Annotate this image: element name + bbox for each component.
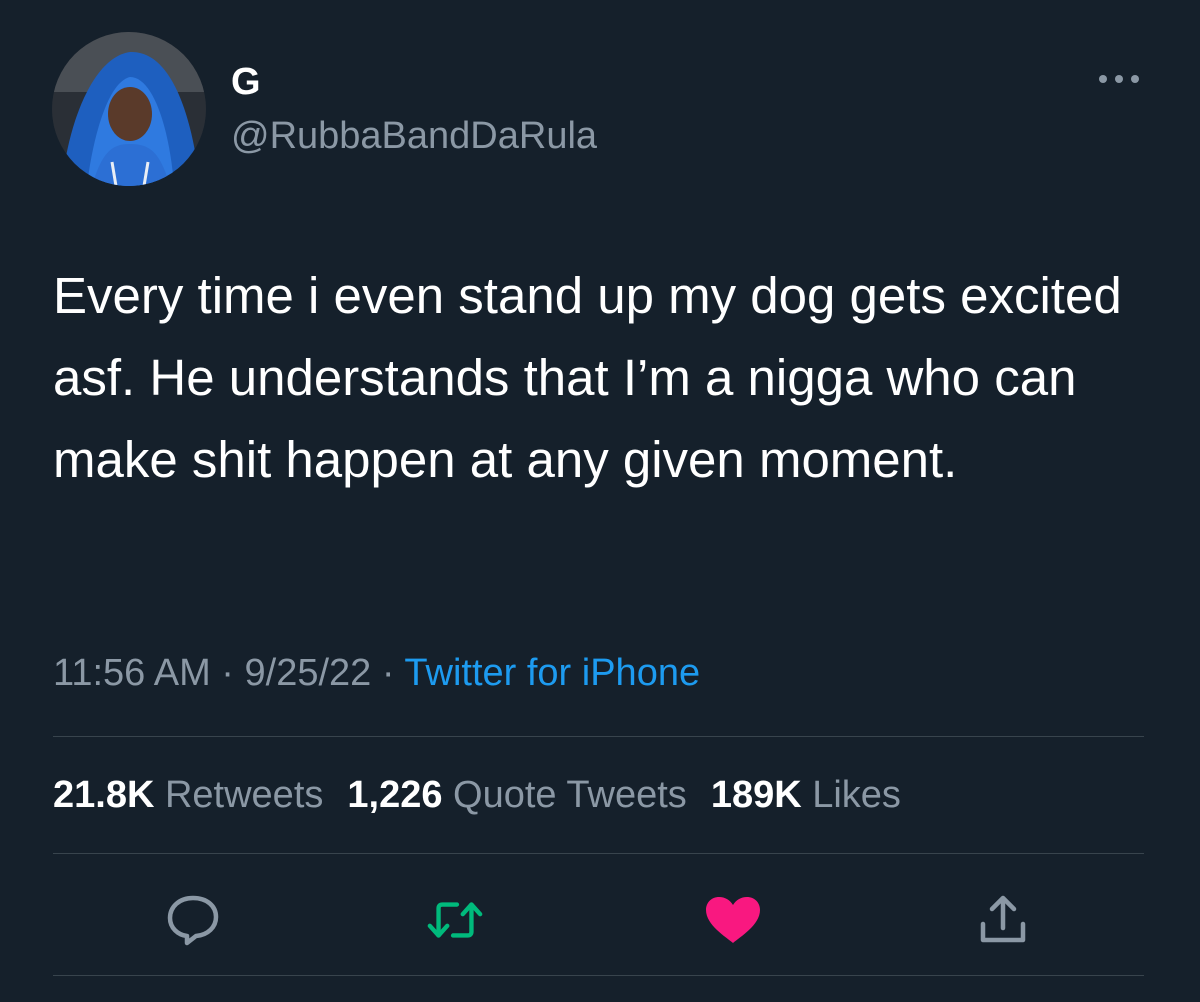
tweet-detail: G @RubbaBandDaRula Every time i even sta…: [0, 0, 1200, 1002]
meta-separator: ·: [210, 652, 245, 694]
reply-button[interactable]: [163, 890, 223, 950]
reply-icon: [167, 895, 219, 946]
retweets-stat[interactable]: 21.8K Retweets: [53, 774, 323, 816]
divider: [53, 853, 1144, 854]
likes-label: Likes: [812, 774, 901, 816]
likes-stat[interactable]: 189K Likes: [711, 774, 901, 816]
retweet-icon: [427, 902, 483, 938]
more-horizontal-icon: [1099, 75, 1139, 83]
meta-separator: ·: [371, 652, 405, 694]
like-button[interactable]: [703, 890, 763, 950]
heart-icon: [706, 897, 760, 943]
share-icon: [980, 895, 1026, 943]
user-handle[interactable]: @RubbaBandDaRula: [231, 113, 597, 159]
quote-tweets-stat[interactable]: 1,226 Quote Tweets: [347, 774, 686, 816]
display-name[interactable]: G: [231, 60, 261, 104]
divider: [53, 975, 1144, 976]
tweet-source-link[interactable]: Twitter for iPhone: [404, 652, 700, 694]
retweets-count: 21.8K: [53, 774, 155, 816]
divider: [53, 736, 1144, 737]
quote-tweets-count: 1,226: [347, 774, 443, 816]
tweet-time[interactable]: 11:56 AM: [53, 652, 211, 694]
retweet-button[interactable]: [425, 890, 485, 950]
likes-count: 189K: [710, 774, 802, 816]
tweet-text: Every time i even stand up my dog gets e…: [53, 267, 1136, 488]
retweets-label: Retweets: [164, 774, 324, 816]
avatar[interactable]: [52, 32, 206, 186]
tweet-date[interactable]: 9/25/22: [245, 652, 372, 694]
tweet-meta: 11:56 AM · 9/25/22 · Twitter for iPhone: [53, 648, 700, 698]
quote-tweets-label: Quote Tweets: [453, 774, 687, 816]
tweet-stats: 21.8K Retweets 1,226 Quote Tweets 189K Lik…: [53, 770, 925, 820]
more-options-button[interactable]: [1094, 64, 1144, 94]
share-button[interactable]: [973, 890, 1033, 950]
avatar-image: [52, 32, 206, 186]
